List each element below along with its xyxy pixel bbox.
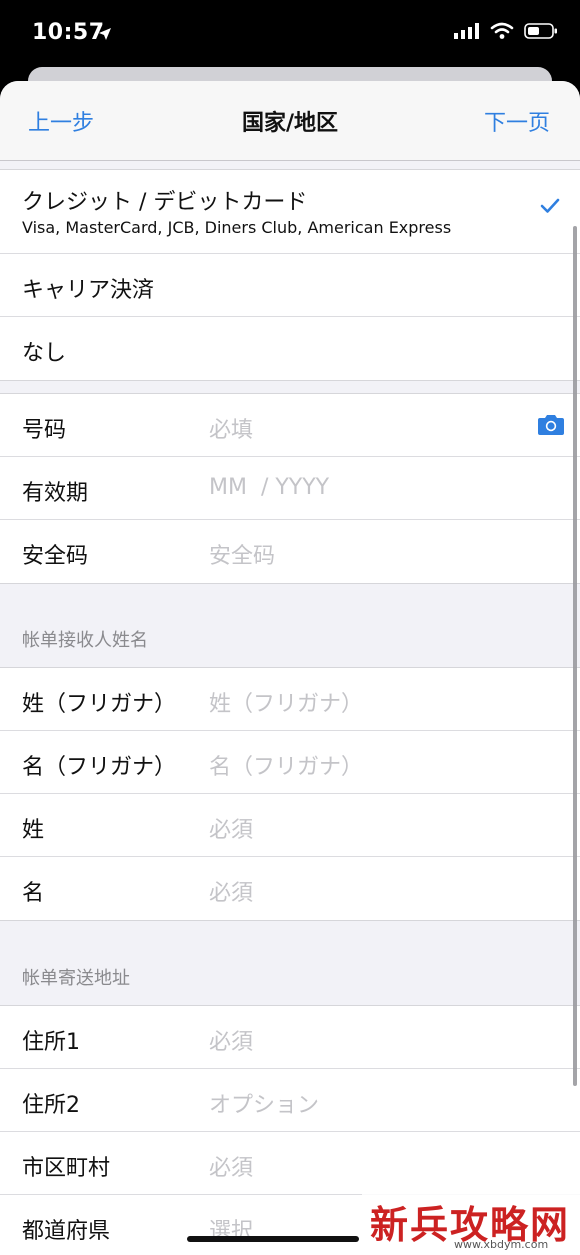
status-bar: 10:57	[0, 0, 580, 70]
wifi-icon	[490, 22, 514, 44]
billing-name-header: 帐单接收人姓名	[22, 630, 148, 651]
last-name-row[interactable]: 姓 必須	[0, 794, 580, 857]
status-time: 10:57	[32, 20, 105, 45]
payment-option-carrier[interactable]: キャリア決済	[0, 254, 580, 317]
last-name-label: 姓	[22, 818, 45, 843]
billing-address-header: 帐单寄送地址	[22, 968, 130, 989]
first-name-kana-label: 名（フリガナ）	[22, 755, 177, 780]
checkmark-icon	[540, 198, 560, 218]
first-name-row[interactable]: 名 必須	[0, 857, 580, 920]
payment-method-list: クレジット / デビットカード Visa, MasterCard, JCB, D…	[0, 169, 580, 381]
city-label: 市区町村	[22, 1156, 111, 1181]
payment-option-card-label: クレジット / デビットカード	[22, 190, 308, 215]
card-number-row[interactable]: 号码 必填	[0, 394, 580, 457]
address1-label: 住所1	[22, 1030, 80, 1055]
first-name-kana-field[interactable]: 名（フリガナ）	[209, 749, 363, 781]
first-name-label: 名	[22, 881, 45, 906]
city-field[interactable]: 必須	[209, 1150, 253, 1182]
payment-option-carrier-label: キャリア決済	[22, 278, 155, 303]
address1-field[interactable]: 必須	[209, 1024, 253, 1056]
home-indicator[interactable]	[187, 1236, 359, 1242]
payment-option-none[interactable]: なし	[0, 317, 580, 380]
expiry-label: 有效期	[22, 481, 89, 506]
cellular-signal-icon	[454, 23, 480, 43]
first-name-kana-row[interactable]: 名（フリガナ） 名（フリガナ）	[0, 731, 580, 794]
battery-icon	[524, 22, 558, 44]
card-details-group: 号码 必填 有效期 MM / YYYY 安全码 安全码	[0, 393, 580, 584]
next-button[interactable]: 下一页	[484, 105, 550, 137]
navigation-bar: 上一步 国家/地区 下一页	[0, 81, 580, 161]
watermark-url: www.xbdym.com	[454, 1238, 549, 1251]
first-name-field[interactable]: 必須	[209, 875, 253, 907]
last-name-kana-label: 姓（フリガナ）	[22, 692, 177, 717]
security-code-label: 安全码	[22, 544, 89, 569]
location-arrow-icon	[98, 26, 112, 45]
last-name-kana-field[interactable]: 姓（フリガナ）	[209, 686, 363, 718]
last-name-kana-row[interactable]: 姓（フリガナ） 姓（フリガナ）	[0, 668, 580, 731]
payment-option-card-brands: Visa, MasterCard, JCB, Diners Club, Amer…	[22, 218, 452, 237]
last-name-field[interactable]: 必須	[209, 812, 253, 844]
security-code-field[interactable]: 安全码	[209, 538, 275, 570]
expiry-field[interactable]: MM / YYYY	[209, 475, 329, 500]
card-number-label: 号码	[22, 418, 67, 443]
expiry-row[interactable]: 有效期 MM / YYYY	[0, 457, 580, 520]
address1-row[interactable]: 住所1 必須	[0, 1006, 580, 1069]
address2-field[interactable]: オプション	[209, 1087, 319, 1119]
address2-row[interactable]: 住所2 オプション	[0, 1069, 580, 1132]
card-number-field[interactable]: 必填	[209, 412, 253, 444]
scrollbar[interactable]	[573, 226, 577, 1086]
payment-option-card[interactable]: クレジット / デビットカード Visa, MasterCard, JCB, D…	[0, 170, 580, 254]
payment-option-none-label: なし	[22, 341, 67, 366]
watermark: 新兵攻略网 www.xbdym.com	[362, 1190, 580, 1255]
prefecture-label: 都道府県	[22, 1219, 111, 1244]
security-code-row[interactable]: 安全码 安全码	[0, 520, 580, 583]
city-row[interactable]: 市区町村 必須	[0, 1132, 580, 1195]
address2-label: 住所2	[22, 1093, 80, 1118]
camera-icon[interactable]	[536, 414, 566, 440]
payment-sheet: 上一步 国家/地区 下一页 クレジット / デビットカード Visa, Mast…	[0, 81, 580, 1255]
billing-name-group: 姓（フリガナ） 姓（フリガナ） 名（フリガナ） 名（フリガナ） 姓 必須 名 必…	[0, 667, 580, 921]
